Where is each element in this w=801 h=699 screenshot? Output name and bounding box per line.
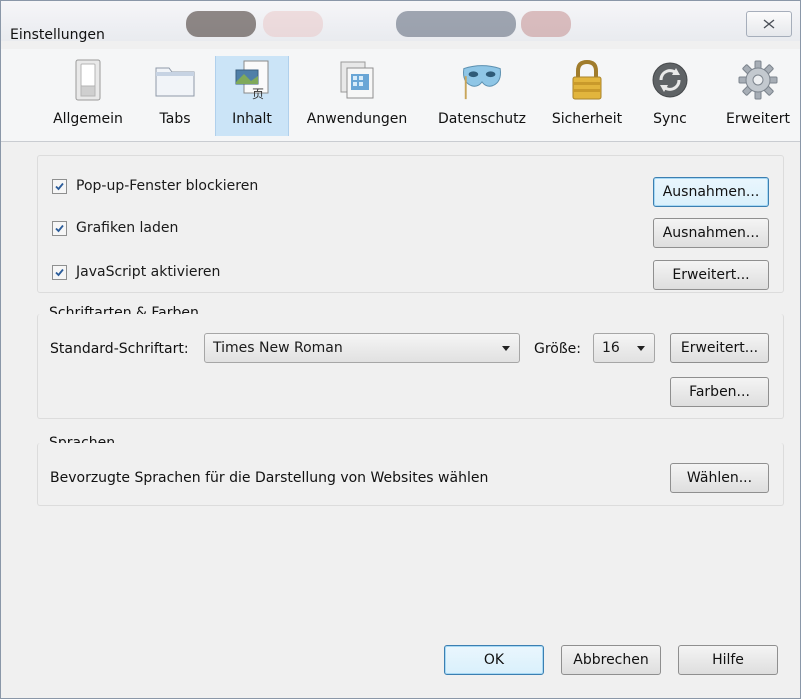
tab-anwendungen[interactable]: Anwendungen xyxy=(300,56,414,136)
content-options-group: Pop-up-Fenster blockieren Grafiken laden… xyxy=(37,155,784,293)
tab-tabs[interactable]: Tabs xyxy=(146,56,204,136)
tab-inhalt[interactable]: 页 Inhalt xyxy=(215,56,289,136)
popup-checkbox-row[interactable]: Pop-up-Fenster blockieren xyxy=(52,178,258,194)
checkmark-icon xyxy=(55,224,64,232)
checkmark-icon xyxy=(55,182,64,190)
window-title: Einstellungen xyxy=(10,27,105,43)
languages-group: Bevorzugte Sprachen für die Darstellung … xyxy=(37,443,784,506)
tab-label: Erweitert xyxy=(726,111,790,127)
close-button[interactable] xyxy=(746,11,792,37)
blurred-background xyxy=(186,11,256,37)
blurred-background xyxy=(396,11,516,37)
fonts-advanced-button[interactable]: Erweitert... xyxy=(670,333,769,363)
blurred-background xyxy=(263,11,323,37)
fonts-group: Standard-Schriftart: Times New Roman Grö… xyxy=(37,314,784,419)
languages-description: Bevorzugte Sprachen für die Darstellung … xyxy=(50,470,489,486)
javascript-checkbox[interactable] xyxy=(52,264,67,280)
title-bar[interactable]: Einstellungen xyxy=(1,1,800,43)
cancel-button[interactable]: Abbrechen xyxy=(561,645,661,675)
popup-label: Pop-up-Fenster blockieren xyxy=(76,178,259,194)
javascript-advanced-button[interactable]: Erweitert... xyxy=(653,260,769,290)
tab-datenschutz[interactable]: Datenschutz xyxy=(433,56,531,136)
preferences-window: Einstellungen Allgemein Tabs 页 Inhalt An… xyxy=(0,0,801,699)
default-font-select[interactable]: Times New Roman xyxy=(204,333,520,363)
tab-sync[interactable]: Sync xyxy=(639,56,701,136)
svg-text:页: 页 xyxy=(252,87,264,101)
images-label: Grafiken laden xyxy=(76,220,179,236)
font-size-select[interactable]: 16 xyxy=(593,333,655,363)
colors-button[interactable]: Farben... xyxy=(670,377,769,407)
size-label: Größe: xyxy=(534,341,582,357)
tab-allgemein[interactable]: Allgemein xyxy=(45,56,131,136)
default-font-value: Times New Roman xyxy=(213,340,343,356)
popup-exceptions-button[interactable]: Ausnahmen... xyxy=(653,177,769,207)
switch-icon xyxy=(75,59,101,101)
sync-icon xyxy=(652,62,688,98)
tab-label: Datenschutz xyxy=(438,111,526,127)
chevron-down-icon xyxy=(637,346,645,351)
tab-erweitert[interactable]: Erweitert xyxy=(717,56,799,136)
close-icon xyxy=(763,19,775,29)
mask-icon xyxy=(463,65,501,100)
tab-label: Sicherheit xyxy=(551,111,623,127)
choose-languages-button[interactable]: Wählen... xyxy=(670,463,769,493)
tab-label: Allgemein xyxy=(53,111,123,127)
images-exceptions-button[interactable]: Ausnahmen... xyxy=(653,218,769,248)
applications-icon xyxy=(340,61,374,99)
chevron-down-icon xyxy=(502,346,510,351)
help-button[interactable]: Hilfe xyxy=(678,645,778,675)
tab-label: Inhalt xyxy=(232,111,272,127)
padlock-icon xyxy=(572,59,602,100)
tab-label: Sync xyxy=(653,111,687,127)
checkmark-icon xyxy=(55,268,64,276)
tab-sicherheit[interactable]: Sicherheit xyxy=(545,56,629,136)
images-checkbox-row[interactable]: Grafiken laden xyxy=(52,220,178,236)
gear-icon xyxy=(738,60,778,100)
font-size-value: 16 xyxy=(602,340,620,356)
popup-checkbox[interactable] xyxy=(52,178,67,194)
content-pane: Pop-up-Fenster blockieren Grafiken laden… xyxy=(1,142,800,698)
preferences-toolbar: Allgemein Tabs 页 Inhalt Anwendungen Date… xyxy=(1,49,800,142)
content-page-icon: 页 xyxy=(235,60,269,101)
tab-label: Tabs xyxy=(159,111,191,127)
javascript-checkbox-row[interactable]: JavaScript aktivieren xyxy=(52,264,220,280)
tab-label: Anwendungen xyxy=(306,111,408,127)
default-font-label: Standard-Schriftart: xyxy=(50,341,189,357)
tabs-icon xyxy=(155,67,195,97)
images-checkbox[interactable] xyxy=(52,220,67,236)
ok-button[interactable]: OK xyxy=(444,645,544,675)
blurred-background xyxy=(521,11,571,37)
javascript-label: JavaScript aktivieren xyxy=(76,264,221,280)
